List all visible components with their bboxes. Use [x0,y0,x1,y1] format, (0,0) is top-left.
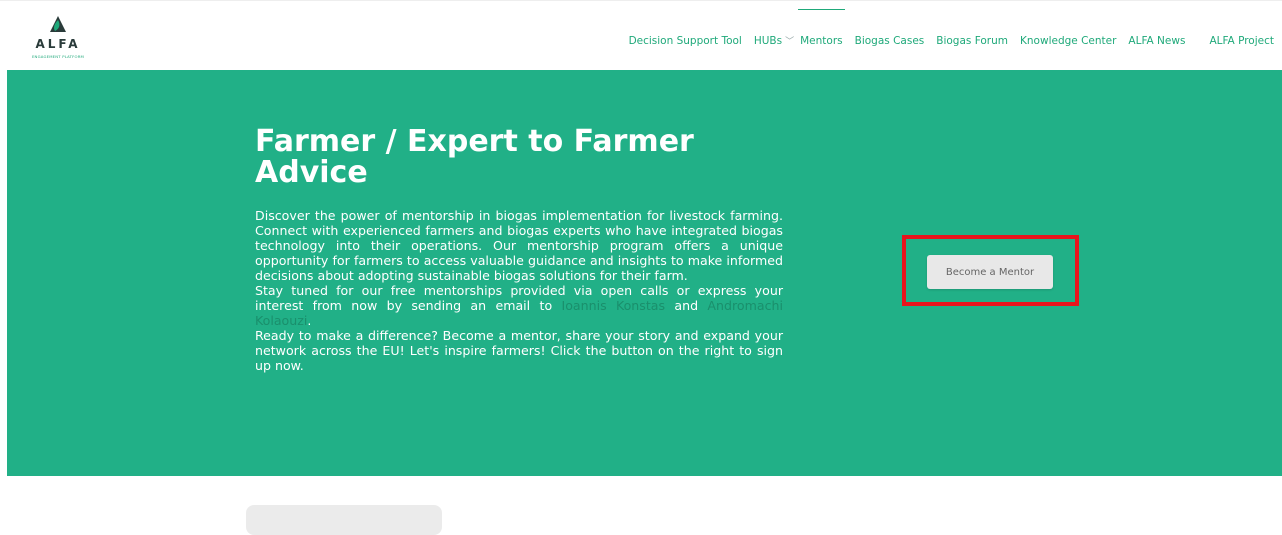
contact-link-ioannis-konstas[interactable]: Ioannis Konstas [561,298,665,313]
nav-knowledge-center[interactable]: Knowledge Center [1020,35,1116,47]
nav-hubs[interactable]: HUBs ﹀ [754,34,794,47]
become-a-mentor-button[interactable]: Become a Mentor [927,255,1053,289]
nav-biogas-forum[interactable]: Biogas Forum [936,35,1008,47]
nav-biogas-cases[interactable]: Biogas Cases [855,35,925,47]
description-paragraph-3: Ready to make a difference? Become a men… [255,328,783,373]
nav-alfa-project[interactable]: ALFA Project [1209,35,1274,47]
hero-description: Discover the power of mentorship in biog… [255,208,783,373]
site-header: ALFA ENGAGEMENT PLATFORM Decision Suppor… [0,0,1282,70]
description-paragraph-2: Stay tuned for our free mentorships prov… [255,283,783,328]
logo-subtitle: ENGAGEMENT PLATFORM [31,54,85,59]
chevron-down-icon: ﹀ [785,37,795,47]
alfa-logo[interactable]: ALFA ENGAGEMENT PLATFORM [28,14,88,64]
paragraph-2-middle: and [665,298,708,313]
description-paragraph-1: Discover the power of mentorship in biog… [255,208,783,283]
paragraph-2-suffix: . [307,313,312,328]
main-nav: Decision Support Tool HUBs ﹀ Mentors Biog… [617,8,1274,47]
leaf-logo-icon [50,16,66,32]
nav-hubs-label: HUBs [753,35,783,47]
nav-alfa-news[interactable]: ALFA News [1128,35,1185,47]
content-card-placeholder [246,505,442,535]
logo-brand-text: ALFA [35,37,81,51]
page-title: Farmer / Expert to Farmer Advice [255,124,694,190]
nav-decision-support-tool[interactable]: Decision Support Tool [629,35,742,47]
nav-mentors[interactable]: Mentors [798,8,845,47]
